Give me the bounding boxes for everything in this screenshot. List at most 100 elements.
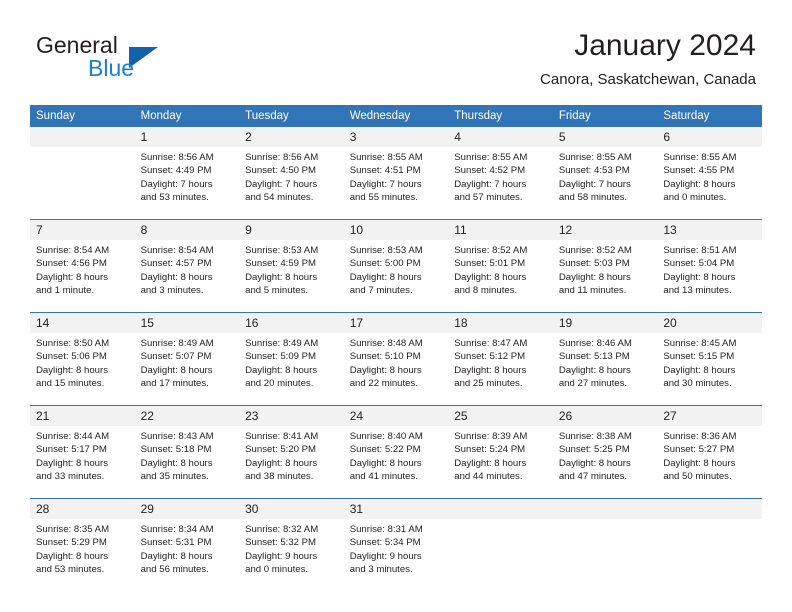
day-number[interactable]: 17	[343, 312, 449, 333]
day-info-line: Daylight: 8 hours	[140, 457, 213, 469]
week-daynumber-row: 28 29 30 31	[30, 498, 762, 519]
day-number[interactable]: 4	[448, 127, 553, 147]
day-number[interactable]: 5	[552, 127, 658, 147]
day-info-line: Sunset: 5:12 PM	[454, 351, 526, 363]
weekday-header-friday: Friday	[552, 105, 658, 127]
day-cell[interactable]: Sunrise: 8:52 AM Sunset: 5:01 PM Daylight:…	[448, 240, 553, 313]
day-cell[interactable]: Sunrise: 8:49 AM Sunset: 5:09 PM Daylight:…	[239, 333, 344, 406]
day-info-line: and 0 minutes.	[245, 563, 309, 575]
day-number[interactable]: 27	[657, 405, 762, 426]
day-cell[interactable]: Sunrise: 8:46 AM Sunset: 5:13 PM Daylight:…	[552, 333, 658, 406]
day-number[interactable]: 6	[657, 127, 762, 147]
day-info-line: Sunrise: 8:43 AM	[140, 431, 214, 442]
day-cell[interactable]: Sunrise: 8:41 AM Sunset: 5:20 PM Daylight:…	[239, 426, 344, 499]
day-number[interactable]: 30	[239, 498, 344, 519]
day-number[interactable]: 23	[239, 405, 344, 426]
day-info-line: Sunset: 5:09 PM	[245, 351, 317, 363]
week-daynumber-row: 123456	[30, 127, 762, 147]
day-cell[interactable]: Sunrise: 8:31 AM Sunset: 5:34 PM Daylight:…	[343, 519, 449, 591]
empty-day-cell	[448, 519, 553, 591]
day-number[interactable]: 29	[134, 498, 240, 519]
day-cell[interactable]: Sunrise: 8:56 AM Sunset: 4:50 PM Daylight:…	[239, 147, 344, 220]
day-number[interactable]: 21	[30, 405, 135, 426]
day-cell[interactable]: Sunrise: 8:55 AM Sunset: 4:55 PM Daylight:…	[657, 147, 762, 220]
day-cell[interactable]: Sunrise: 8:45 AM Sunset: 5:15 PM Daylight:…	[657, 333, 762, 406]
day-number[interactable]: 14	[30, 312, 135, 333]
day-cell[interactable]: Sunrise: 8:43 AM Sunset: 5:18 PM Daylight:…	[134, 426, 240, 499]
day-cell[interactable]: Sunrise: 8:49 AM Sunset: 5:07 PM Daylight:…	[134, 333, 240, 406]
day-info-line: Sunrise: 8:55 AM	[663, 152, 737, 163]
day-number[interactable]: 18	[448, 312, 553, 333]
day-number[interactable]: 28	[30, 498, 135, 519]
day-info-line: Sunrise: 8:55 AM	[558, 152, 632, 163]
day-cell[interactable]: Sunrise: 8:53 AM Sunset: 5:00 PM Daylight:…	[343, 240, 449, 313]
day-info-line: Sunrise: 8:56 AM	[245, 152, 319, 163]
day-number[interactable]: 16	[239, 312, 344, 333]
day-info-line: Sunset: 4:59 PM	[245, 258, 317, 270]
day-cell[interactable]: Sunrise: 8:56 AM Sunset: 4:49 PM Daylight:…	[134, 147, 240, 220]
day-cell[interactable]: Sunrise: 8:55 AM Sunset: 4:52 PM Daylight:…	[448, 147, 553, 220]
day-info-line: Sunset: 5:22 PM	[349, 444, 421, 456]
day-number[interactable]: 26	[552, 405, 658, 426]
day-info-line: and 58 minutes.	[558, 191, 628, 203]
day-info-line: Sunrise: 8:39 AM	[454, 431, 528, 442]
day-cell[interactable]: Sunrise: 8:55 AM Sunset: 4:51 PM Daylight:…	[343, 147, 449, 220]
day-number[interactable]: 19	[552, 312, 658, 333]
day-info-line: Sunset: 5:13 PM	[558, 351, 630, 363]
day-number[interactable]: 22	[134, 405, 240, 426]
day-info-line: Sunrise: 8:53 AM	[349, 245, 423, 256]
day-cell[interactable]: Sunrise: 8:54 AM Sunset: 4:56 PM Daylight:…	[30, 240, 135, 313]
day-number[interactable]: 7	[30, 219, 135, 240]
day-cell[interactable]: Sunrise: 8:47 AM Sunset: 5:12 PM Daylight:…	[448, 333, 553, 406]
day-info-line: Sunrise: 8:49 AM	[140, 338, 214, 349]
day-cell[interactable]: Sunrise: 8:36 AM Sunset: 5:27 PM Daylight:…	[657, 426, 762, 499]
day-info-line: Sunset: 5:00 PM	[349, 258, 421, 270]
day-cell[interactable]: Sunrise: 8:39 AM Sunset: 5:24 PM Daylight:…	[448, 426, 553, 499]
day-number[interactable]: 31	[343, 498, 449, 519]
day-cell[interactable]: Sunrise: 8:48 AM Sunset: 5:10 PM Daylight:…	[343, 333, 449, 406]
day-number[interactable]: 24	[343, 405, 449, 426]
day-info-line: Daylight: 8 hours	[663, 364, 736, 376]
day-number[interactable]: 8	[134, 219, 240, 240]
logo-text-blue: Blue	[88, 55, 135, 81]
day-number[interactable]: 11	[448, 219, 553, 240]
day-number[interactable]: 13	[657, 219, 762, 240]
day-info-line: Sunrise: 8:45 AM	[663, 338, 737, 349]
day-cell[interactable]: Sunrise: 8:55 AM Sunset: 4:53 PM Daylight:…	[552, 147, 658, 220]
day-cell[interactable]: Sunrise: 8:32 AM Sunset: 5:32 PM Daylight:…	[239, 519, 344, 591]
day-info-line: Sunrise: 8:50 AM	[36, 338, 110, 349]
day-cell[interactable]: Sunrise: 8:38 AM Sunset: 5:25 PM Daylight:…	[552, 426, 658, 499]
day-number[interactable]: 9	[239, 219, 344, 240]
day-cell[interactable]: Sunrise: 8:40 AM Sunset: 5:22 PM Daylight:…	[343, 426, 449, 499]
day-cell[interactable]: Sunrise: 8:53 AM Sunset: 4:59 PM Daylight:…	[239, 240, 344, 313]
day-info-line: Sunset: 5:32 PM	[245, 537, 317, 549]
day-cell[interactable]: Sunrise: 8:35 AM Sunset: 5:29 PM Daylight:…	[30, 519, 135, 591]
day-info-line: Sunset: 5:01 PM	[454, 258, 526, 270]
week-daynumber-row: 7 8 9 10 11 12 13	[30, 219, 762, 240]
day-number[interactable]: 2	[239, 127, 344, 147]
day-info-line: Daylight: 8 hours	[349, 364, 422, 376]
day-number[interactable]: 12	[552, 219, 658, 240]
general-blue-logo[interactable]: General Blue	[36, 32, 246, 88]
day-cell[interactable]: Sunrise: 8:51 AM Sunset: 5:04 PM Daylight:…	[657, 240, 762, 313]
day-info-line: and 33 minutes.	[36, 470, 105, 482]
day-info-line: Sunrise: 8:35 AM	[36, 524, 110, 535]
day-info-line: and 15 minutes.	[36, 377, 105, 389]
day-info-line: and 3 minutes.	[349, 563, 413, 575]
week-detail-row: Sunrise: 8:35 AM Sunset: 5:29 PM Daylight:…	[30, 519, 762, 591]
day-cell[interactable]: Sunrise: 8:52 AM Sunset: 5:03 PM Daylight:…	[552, 240, 658, 313]
day-cell[interactable]: Sunrise: 8:44 AM Sunset: 5:17 PM Daylight:…	[30, 426, 135, 499]
day-number[interactable]: 10	[343, 219, 449, 240]
calendar-table: Sunday Monday Tuesday Wednesday Thursday…	[30, 105, 762, 591]
day-cell[interactable]: Sunrise: 8:50 AM Sunset: 5:06 PM Daylight:…	[30, 333, 135, 406]
day-info-line: and 7 minutes.	[349, 284, 413, 296]
weekday-header-monday: Monday	[134, 105, 240, 127]
day-number[interactable]: 15	[134, 312, 240, 333]
day-number[interactable]: 25	[448, 405, 553, 426]
day-number[interactable]: 20	[657, 312, 762, 333]
day-info-line: Daylight: 8 hours	[558, 271, 631, 283]
day-number[interactable]: 1	[134, 127, 240, 147]
day-cell[interactable]: Sunrise: 8:34 AM Sunset: 5:31 PM Daylight:…	[134, 519, 240, 591]
day-cell[interactable]: Sunrise: 8:54 AM Sunset: 4:57 PM Daylight:…	[134, 240, 240, 313]
day-number[interactable]: 3	[343, 127, 449, 147]
